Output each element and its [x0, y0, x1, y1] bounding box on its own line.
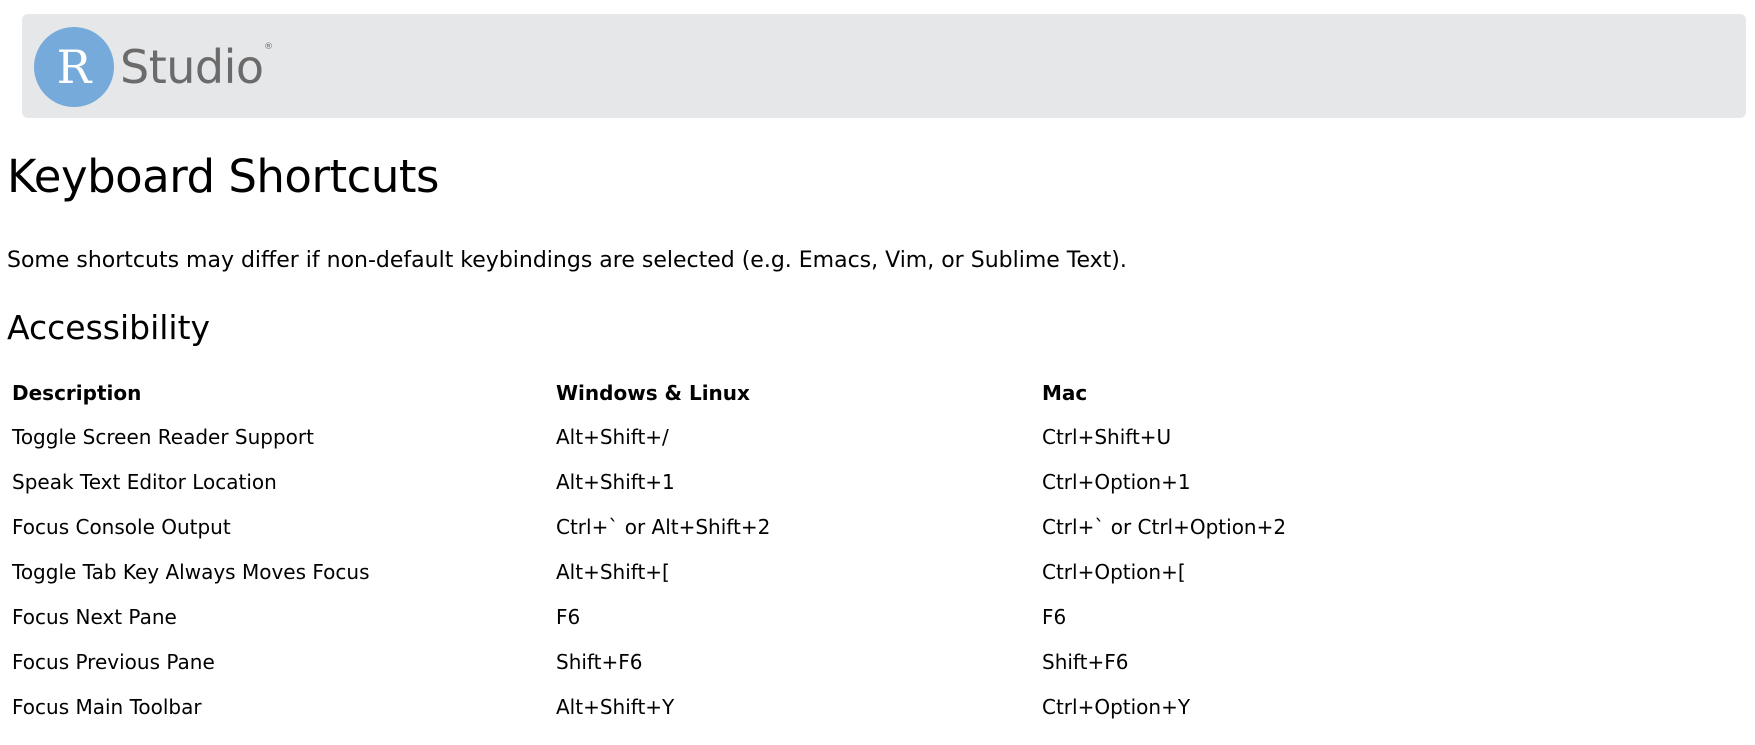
cell-mac: Ctrl+Option+1 [1042, 470, 1191, 494]
cell-description: Focus Previous Pane [12, 650, 215, 674]
cell-description: Toggle Screen Reader Support [12, 425, 314, 449]
intro-text: Some shortcuts may differ if non-default… [7, 248, 1127, 273]
logo-word-text: Studio [120, 40, 264, 94]
table-row: Focus Next Pane F6 F6 [6, 605, 1642, 650]
cell-description: Speak Text Editor Location [12, 470, 277, 494]
logo-letter: R [56, 40, 92, 94]
section-title-accessibility: Accessibility [7, 308, 211, 347]
cell-windows-linux: Alt+Shift+1 [556, 470, 675, 494]
cell-description: Toggle Tab Key Always Moves Focus [12, 560, 370, 584]
cell-mac: Ctrl+Shift+U [1042, 425, 1172, 449]
page-title: Keyboard Shortcuts [7, 150, 439, 203]
cell-description: Focus Console Output [12, 515, 231, 539]
rstudio-logo[interactable]: R Studio ® [34, 26, 273, 108]
cell-mac: Ctrl+` or Ctrl+Option+2 [1042, 515, 1287, 539]
logo-r-icon: R [34, 27, 114, 107]
table-row: Toggle Tab Key Always Moves Focus Alt+Sh… [6, 560, 1642, 605]
cell-windows-linux: Ctrl+` or Alt+Shift+2 [556, 515, 771, 539]
table-header-row: Description Windows & Linux Mac [6, 381, 1642, 425]
cell-mac: F6 [1042, 605, 1067, 629]
cell-windows-linux: Alt+Shift+Y [556, 695, 675, 719]
cell-description: Focus Next Pane [12, 605, 177, 629]
table-row: Focus Main Toolbar Alt+Shift+Y Ctrl+Opti… [6, 695, 1642, 740]
cell-mac: Ctrl+Option+Y [1042, 695, 1191, 719]
header-bar: R Studio ® [22, 14, 1746, 118]
logo-wordmark: Studio ® [120, 40, 273, 94]
table-row: Focus Previous Pane Shift+F6 Shift+F6 [6, 650, 1642, 695]
cell-windows-linux: Shift+F6 [556, 650, 643, 674]
cell-description: Focus Main Toolbar [12, 695, 202, 719]
table-row: Toggle Screen Reader Support Alt+Shift+/… [6, 425, 1642, 470]
header-mac: Mac [1042, 381, 1088, 405]
header-windows-linux: Windows & Linux [556, 381, 750, 405]
cell-windows-linux: Alt+Shift+[ [556, 560, 670, 584]
cell-windows-linux: Alt+Shift+/ [556, 425, 669, 449]
cell-mac: Ctrl+Option+[ [1042, 560, 1186, 584]
table-row: Focus Console Output Ctrl+` or Alt+Shift… [6, 515, 1642, 560]
table-row: Speak Text Editor Location Alt+Shift+1 C… [6, 470, 1642, 515]
header-description: Description [12, 381, 142, 405]
cell-mac: Shift+F6 [1042, 650, 1129, 674]
registered-mark: ® [264, 42, 273, 52]
shortcut-table: Description Windows & Linux Mac Toggle S… [6, 381, 1642, 740]
cell-windows-linux: F6 [556, 605, 581, 629]
